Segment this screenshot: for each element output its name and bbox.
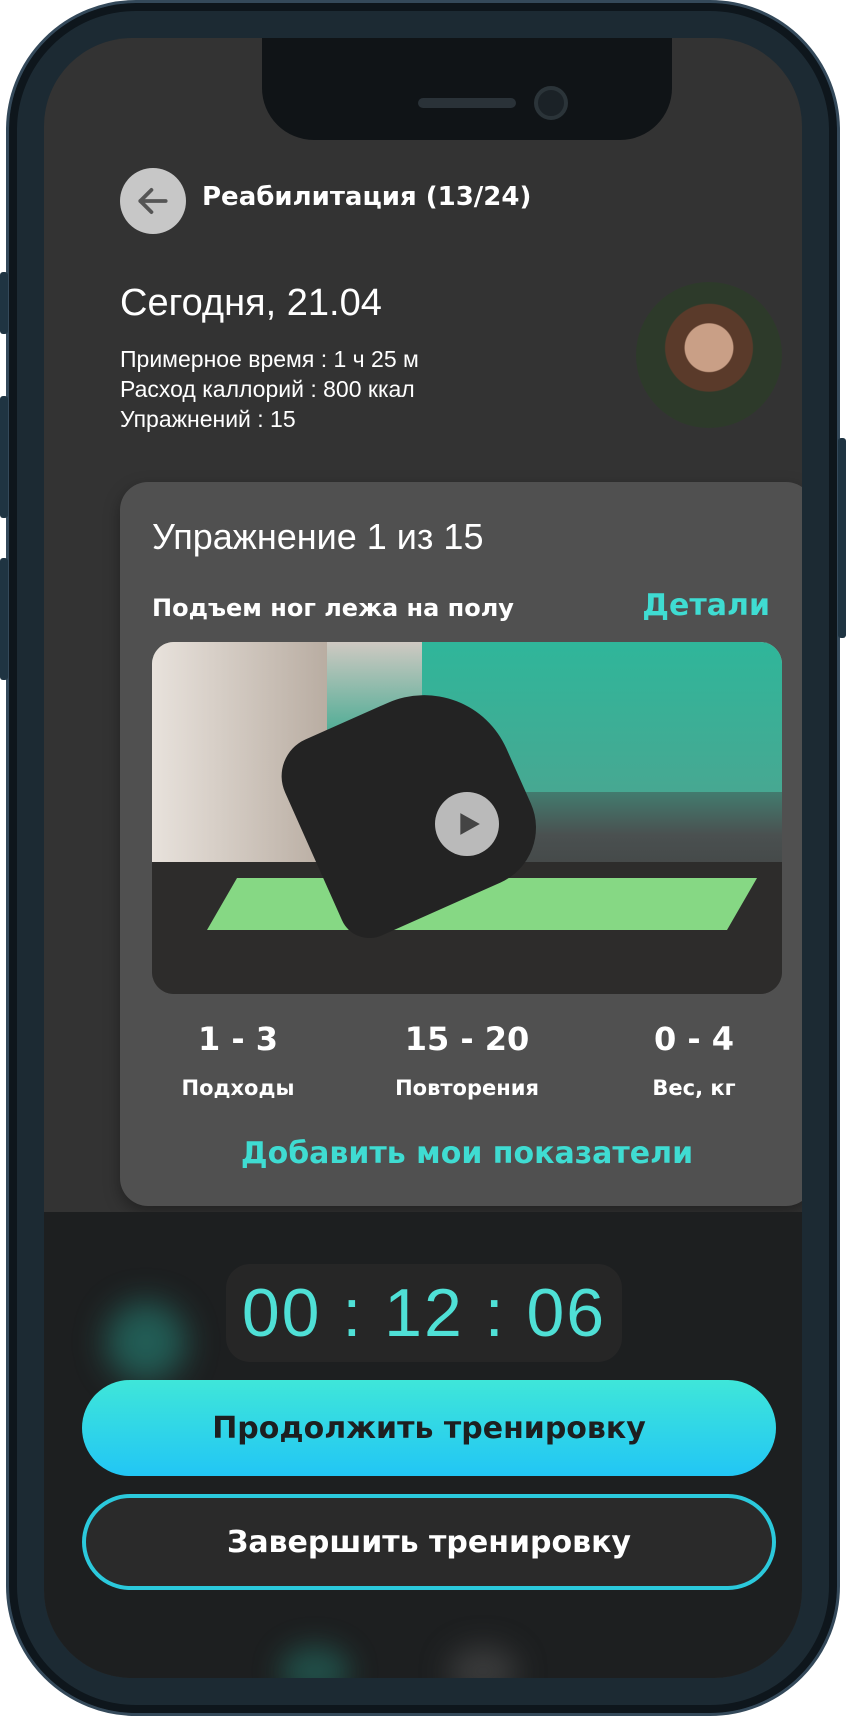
metric-value: 1 - 3 xyxy=(197,1020,279,1058)
exercise-video[interactable] xyxy=(152,642,782,994)
speaker-grille xyxy=(418,98,516,108)
screen: Реабилитация (13/24) Сегодня, 21.04 Прим… xyxy=(44,38,802,1678)
metric-value: 15 - 20 xyxy=(404,1020,530,1058)
back-button[interactable] xyxy=(120,168,186,234)
exercise-counter: Упражнение 1 из 15 xyxy=(152,516,484,557)
metric-label: Повторения xyxy=(395,1076,539,1100)
metric-value: 0 - 4 xyxy=(653,1020,735,1058)
details-link[interactable]: Детали xyxy=(642,588,770,623)
decorative-glow xyxy=(448,1646,518,1678)
page-title: Реабилитация (13/24) xyxy=(202,182,532,212)
exercise-count: Упражнений : 15 xyxy=(120,406,296,432)
metric-reps: 15 - 20 Повторения xyxy=(367,1020,567,1100)
metric-label: Подходы xyxy=(181,1076,295,1100)
metric-weight: 0 - 4 Вес, кг xyxy=(594,1020,794,1100)
workout-stats: Примерное время : 1 ч 25 м Расход каллор… xyxy=(120,344,419,434)
power-button xyxy=(838,438,846,638)
play-icon xyxy=(460,813,480,835)
workout-timer: 00 : 12 : 06 xyxy=(226,1264,622,1362)
decorative-glow xyxy=(106,1302,186,1382)
exercise-card: Упражнение 1 из 15 Подъем ног лежа на по… xyxy=(120,482,802,1206)
avatar[interactable] xyxy=(636,282,782,428)
workout-date: Сегодня, 21.04 xyxy=(120,282,382,324)
exercise-name: Подъем ног лежа на полу xyxy=(152,594,514,622)
metric-label: Вес, кг xyxy=(652,1076,736,1100)
volume-up-button xyxy=(0,396,8,518)
decorative-glow xyxy=(280,1646,350,1678)
mute-switch xyxy=(0,272,8,334)
arrow-left-icon xyxy=(138,188,168,214)
notch xyxy=(262,38,672,140)
front-camera xyxy=(534,86,568,120)
continue-workout-button[interactable]: Продолжить тренировку xyxy=(82,1380,776,1476)
bottom-panel: 00 : 12 : 06 Продолжить тренировку Завер… xyxy=(44,1212,802,1678)
finish-workout-button[interactable]: Завершить тренировку xyxy=(82,1494,776,1590)
play-button[interactable] xyxy=(435,792,499,856)
metric-sets: 1 - 3 Подходы xyxy=(138,1020,338,1100)
volume-down-button xyxy=(0,558,8,680)
add-my-metrics-link[interactable]: Добавить мои показатели xyxy=(120,1136,802,1171)
calories: Расход каллорий : 800 ккал xyxy=(120,376,415,402)
time-estimate: Примерное время : 1 ч 25 м xyxy=(120,346,419,372)
